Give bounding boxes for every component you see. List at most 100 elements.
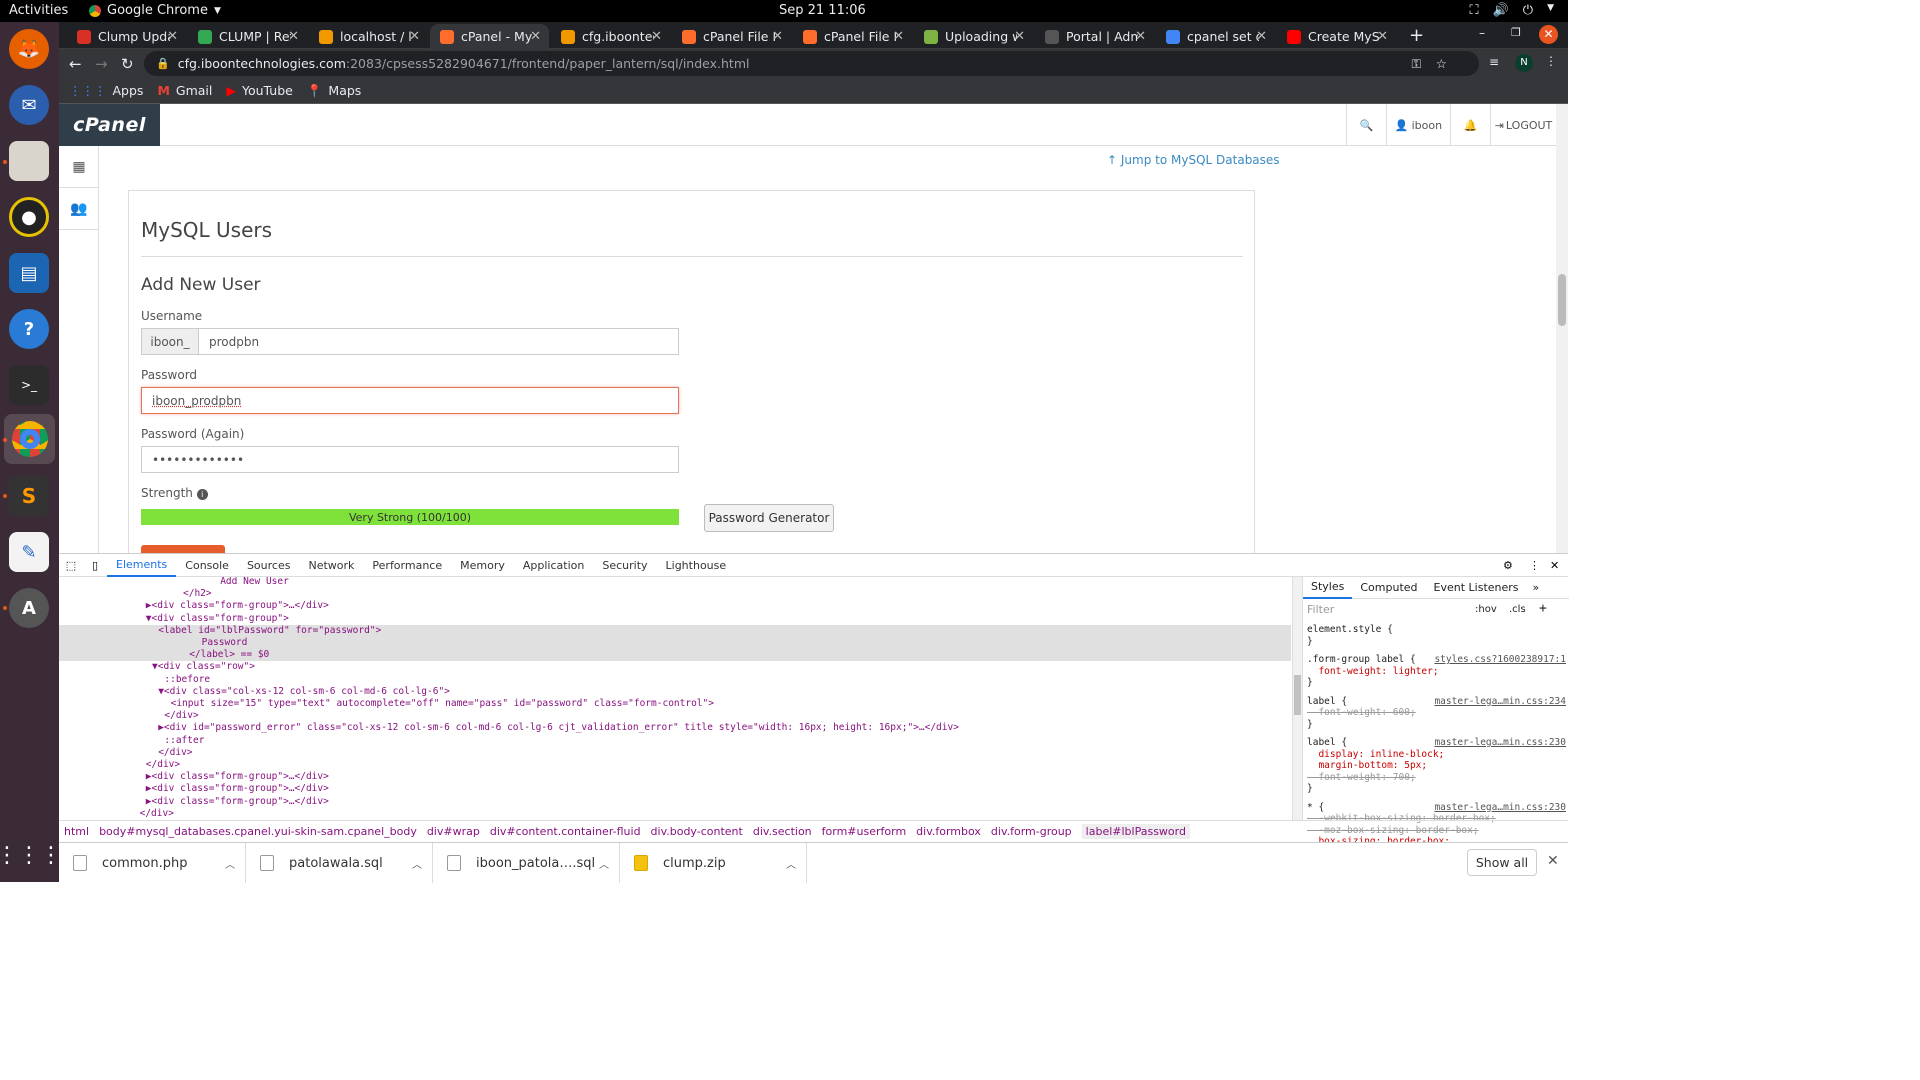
dom-line[interactable]: </div>	[59, 759, 180, 771]
libreoffice-writer-icon[interactable]: ▤	[9, 253, 49, 293]
tab-1[interactable]: Clump Upda ✕	[67, 24, 186, 49]
tab-8[interactable]: Uploading w ✕	[914, 24, 1033, 49]
maximize-icon[interactable]: ❐	[1511, 26, 1521, 39]
breadcrumb-item[interactable]: form#userform	[822, 825, 907, 838]
breadcrumb-item[interactable]: div.body-content	[651, 825, 743, 838]
password-field[interactable]: iboon_prodpbn	[141, 387, 679, 414]
devtools-tab-lighthouse[interactable]: Lighthouse	[657, 554, 736, 577]
bookmark-gmail[interactable]: M Gmail	[157, 83, 212, 98]
download-item[interactable]: common.php ︿	[59, 843, 246, 883]
devtools-tab-elements[interactable]: Elements	[107, 554, 177, 577]
new-rule-icon[interactable]: +	[1539, 601, 1547, 616]
download-item[interactable]: iboon_patola….sql ︿	[433, 843, 620, 883]
chevron-up-icon[interactable]: ︿	[412, 856, 422, 871]
dom-line[interactable]: ▼<div class="form-group">	[59, 613, 289, 625]
dom-line[interactable]: ▶<div class="form-group">…</div>	[59, 783, 329, 795]
dom-line[interactable]: <label id="lblPassword" for="password">	[59, 624, 1291, 637]
media-icon[interactable]: ≡	[1489, 55, 1499, 69]
users-icon[interactable]: 👥	[59, 188, 99, 230]
address-bar[interactable]: 🔒 cfg.iboontechnologies.com:2083/cpsess5…	[144, 51, 1479, 76]
device-toolbar-icon[interactable]: ▯	[83, 559, 107, 572]
dom-scrollbar[interactable]	[1292, 577, 1302, 820]
dom-line[interactable]: </h2>	[59, 588, 212, 600]
style-rule-line[interactable]: font-weight: 700;	[1307, 772, 1565, 784]
more-tabs-icon[interactable]: »	[1527, 581, 1546, 594]
devtools-tab-memory[interactable]: Memory	[451, 554, 514, 577]
devtools-tab-sources[interactable]: Sources	[238, 554, 300, 577]
style-rule-line[interactable]: element.style {	[1307, 624, 1565, 636]
new-tab-icon[interactable]: +	[1409, 25, 1424, 46]
close-tab-icon[interactable]: ✕	[772, 29, 783, 44]
settings-gear-icon[interactable]: ⚙	[1503, 559, 1513, 572]
style-rule-line[interactable]: }	[1307, 719, 1565, 731]
style-rule-line[interactable]: .form-group label {styles.css?1600238917…	[1307, 654, 1566, 666]
software-updater-icon[interactable]: A	[9, 588, 49, 628]
tab-6[interactable]: cPanel File M✕	[672, 24, 791, 49]
close-downloads-icon[interactable]: ✕	[1547, 853, 1559, 869]
dom-line[interactable]: Add New User	[59, 577, 289, 588]
help-icon[interactable]: ?	[9, 309, 49, 349]
close-tab-icon[interactable]: ✕	[1377, 29, 1388, 44]
breadcrumb-item[interactable]: div.section	[753, 825, 812, 838]
password-again-field[interactable]: •••••••••••••	[141, 446, 679, 473]
breadcrumb-item[interactable]: div#content.container-fluid	[490, 825, 641, 838]
show-all-downloads-button[interactable]: Show all	[1467, 849, 1537, 876]
system-tray[interactable]: ⛶ 🔊 ⏻ ▼	[1469, 3, 1554, 18]
close-tab-icon[interactable]: ✕	[288, 29, 299, 44]
bookmark-apps[interactable]: ⋮⋮⋮ Apps	[69, 83, 143, 98]
profile-avatar[interactable]: N	[1515, 54, 1533, 72]
style-source-link[interactable]: master-lega…min.css:230	[1431, 802, 1566, 814]
logout-button[interactable]: ⇥ LOGOUT	[1490, 104, 1556, 146]
username-field[interactable]: iboon_ prodpbn	[141, 328, 679, 355]
files-icon[interactable]	[9, 141, 49, 181]
cpanel-logo[interactable]: cPanel	[59, 104, 160, 146]
chevron-up-icon[interactable]: ︿	[786, 856, 796, 871]
activities-button[interactable]: Activities	[9, 3, 68, 18]
reload-icon[interactable]: ↻	[121, 55, 134, 73]
breadcrumb-item[interactable]: html	[64, 825, 89, 838]
breadcrumb-item[interactable]: label#lblPassword	[1081, 824, 1190, 839]
search-icon[interactable]: 🔍	[1346, 104, 1386, 146]
inspect-element-icon[interactable]: ⬚	[59, 559, 83, 572]
style-rule-line[interactable]: }	[1307, 636, 1565, 648]
bookmark-youtube[interactable]: ▶ YouTube	[226, 83, 292, 98]
show-applications-icon[interactable]: ⋮⋮⋮	[0, 835, 62, 875]
more-options-icon[interactable]: ⋮	[1529, 559, 1540, 572]
clock[interactable]: Sep 21 11:06	[779, 3, 866, 18]
menu-icon[interactable]: ⋮	[1545, 54, 1557, 68]
create-user-button[interactable]	[141, 545, 225, 553]
tab-7[interactable]: cPanel File M✕	[793, 24, 912, 49]
close-window-icon[interactable]: ✕	[1539, 25, 1558, 44]
app-menu[interactable]: Google Chrome ▼	[89, 3, 221, 18]
breadcrumb-item[interactable]: div.formbox	[916, 825, 981, 838]
dom-line[interactable]: ▶<div class="form-group">…</div>	[59, 771, 329, 783]
scrollbar-thumb[interactable]	[1294, 675, 1301, 715]
tab-11[interactable]: Create MySC✕	[1277, 24, 1396, 49]
info-icon[interactable]: i	[196, 489, 208, 500]
close-devtools-icon[interactable]: ✕	[1550, 559, 1559, 572]
style-source-link[interactable]: master-lega…min.css:230	[1431, 737, 1566, 749]
user-menu[interactable]: 👤 iboon	[1386, 104, 1450, 146]
styles-tab-computed[interactable]: Computed	[1352, 577, 1425, 599]
dom-line[interactable]: ▶<div class="form-group">…</div>	[59, 600, 329, 612]
style-rule-line[interactable]: * {master-lega…min.css:230	[1307, 802, 1566, 814]
dom-line[interactable]: ::before	[59, 674, 210, 686]
style-rule-line[interactable]: font-weight: 600;	[1307, 707, 1565, 719]
download-item[interactable]: patolawala.sql ︿	[246, 843, 433, 883]
breadcrumb-item[interactable]: div.form-group	[991, 825, 1072, 838]
dom-line[interactable]: ▶<div id="password_error" class="col-xs-…	[59, 722, 959, 734]
close-tab-icon[interactable]: ✕	[1135, 29, 1146, 44]
close-tab-icon[interactable]: ✕	[893, 29, 904, 44]
dom-line[interactable]: ▼<div class="col-xs-12 col-sm-6 col-md-6…	[59, 686, 450, 698]
tab-2[interactable]: CLUMP | Ref ✕	[188, 24, 307, 49]
breadcrumb-item[interactable]: div#wrap	[427, 825, 480, 838]
thunderbird-icon[interactable]: ✉	[9, 85, 49, 125]
dom-line[interactable]: </div>	[59, 747, 192, 759]
sublime-text-icon[interactable]: S	[9, 476, 49, 516]
style-source-link[interactable]: styles.css?1600238917:1	[1431, 654, 1566, 666]
devtools-tab-network[interactable]: Network	[299, 554, 363, 577]
minimize-icon[interactable]: –	[1479, 26, 1485, 40]
tab-5[interactable]: cfg.iboontec ✕	[551, 24, 670, 49]
terminal-icon[interactable]: >_	[9, 365, 49, 405]
devtools-tab-performance[interactable]: Performance	[363, 554, 451, 577]
